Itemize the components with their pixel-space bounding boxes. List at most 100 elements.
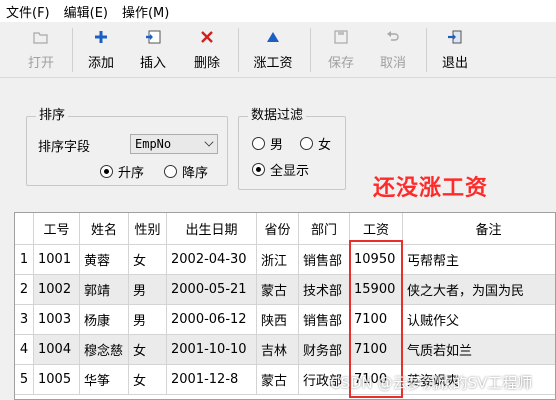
filter-all-radio[interactable]: 全显示 <box>252 160 309 179</box>
column-header[interactable]: 工号 <box>34 213 80 245</box>
column-header[interactable]: 省份 <box>257 213 299 245</box>
table-cell[interactable]: 浙江 <box>257 245 299 275</box>
raise-salary-label: 涨工资 <box>253 56 293 71</box>
filter-female-radio[interactable]: 女 <box>300 134 331 153</box>
column-header[interactable]: 姓名 <box>80 213 129 245</box>
table-cell[interactable]: 1005 <box>34 365 80 395</box>
table-cell[interactable]: 女 <box>129 245 167 275</box>
up-triangle-icon <box>264 28 282 46</box>
filter-male-label: 男 <box>270 138 284 153</box>
table-cell[interactable]: 郭靖 <box>80 275 129 305</box>
sort-field-label: 排序字段 <box>38 140 91 155</box>
table-cell[interactable]: 侠之大者，为国为民 <box>403 275 555 305</box>
row-number: 2 <box>15 275 34 305</box>
table-cell[interactable]: 2001-12-8 <box>167 365 257 395</box>
raise-salary-button[interactable]: 涨工资 <box>246 22 300 76</box>
filter-all-label: 全显示 <box>270 164 310 179</box>
table-cell[interactable]: 10950 <box>350 245 403 275</box>
sort-desc-label: 降序 <box>182 166 209 181</box>
sort-asc-label: 升序 <box>118 166 145 181</box>
table-cell[interactable]: 1002 <box>34 275 80 305</box>
table-cell[interactable]: 女 <box>129 365 167 395</box>
table-cell[interactable]: 认贼作父 <box>403 305 555 335</box>
table-cell[interactable]: 2001-10-10 <box>167 335 257 365</box>
row-number-header <box>15 213 34 245</box>
table-row[interactable]: 4 1004 穆念慈 女 2001-10-10 吉林 财务部 7100 气质若如… <box>15 335 555 365</box>
table-row[interactable]: 3 1003 杨康 男 2000-06-12 陕西 销售部 7100 认贼作父 <box>15 305 555 335</box>
table-row[interactable]: 2 1002 郭靖 男 2000-05-21 蒙古 技术部 15900 侠之大者… <box>15 275 555 305</box>
insert-label: 插入 <box>139 56 166 71</box>
filter-group-title: 数据过滤 <box>248 104 307 123</box>
sort-asc-radio[interactable]: 升序 <box>100 162 144 181</box>
table-cell[interactable]: 2000-06-12 <box>167 305 257 335</box>
column-header[interactable]: 部门 <box>299 213 350 245</box>
menu-bar: 文件(F) 编辑(E) 操作(M) <box>0 0 556 22</box>
save-label: 保存 <box>327 56 354 71</box>
sort-desc-radio[interactable]: 降序 <box>164 162 208 181</box>
table-cell[interactable]: 气质若如兰 <box>403 335 555 365</box>
watermark: CSDN @云梦沉欣的SV工程师 <box>330 374 533 392</box>
annotation-text: 还没涨工资 <box>373 176 489 201</box>
delete-x-icon <box>198 28 216 46</box>
table-cell[interactable]: 销售部 <box>299 245 350 275</box>
exit-door-icon <box>446 28 464 46</box>
insert-row-icon <box>144 28 162 46</box>
row-number: 5 <box>15 365 34 395</box>
table-cell[interactable]: 男 <box>129 275 167 305</box>
radio-selected-icon <box>100 165 113 178</box>
table-cell[interactable]: 1003 <box>34 305 80 335</box>
column-header[interactable]: 备注 <box>403 213 555 245</box>
table-cell[interactable]: 男 <box>129 305 167 335</box>
radio-selected-icon <box>252 163 265 176</box>
table-cell[interactable]: 1004 <box>34 335 80 365</box>
radio-unselected-icon <box>252 137 265 150</box>
menu-operate[interactable]: 操作(M) <box>122 2 169 21</box>
toolbar-separator <box>238 28 239 72</box>
row-number: 1 <box>15 245 34 275</box>
menu-file[interactable]: 文件(F) <box>6 2 50 21</box>
table-row[interactable]: 1 1001 黄蓉 女 2002-04-30 浙江 销售部 10950 丐帮帮主 <box>15 245 555 275</box>
table-cell[interactable]: 1001 <box>34 245 80 275</box>
insert-button[interactable]: 插入 <box>132 22 174 76</box>
table-cell[interactable]: 蒙古 <box>257 365 299 395</box>
radio-unselected-icon <box>300 137 313 150</box>
save-button[interactable]: 保存 <box>320 22 362 76</box>
table-cell[interactable]: 女 <box>129 335 167 365</box>
exit-button[interactable]: 退出 <box>434 22 476 76</box>
table-cell[interactable]: 7100 <box>350 335 403 365</box>
delete-button[interactable]: 删除 <box>186 22 228 76</box>
filter-male-radio[interactable]: 男 <box>252 134 283 153</box>
table-cell[interactable]: 蒙古 <box>257 275 299 305</box>
table-cell[interactable]: 丐帮帮主 <box>403 245 555 275</box>
toolbar-separator <box>72 28 73 72</box>
toolbar-separator <box>310 28 311 72</box>
cancel-label: 取消 <box>379 56 406 71</box>
table-cell[interactable]: 黄蓉 <box>80 245 129 275</box>
row-number: 3 <box>15 305 34 335</box>
toolbar: 打开 添加 插入 删除 涨工资 保存 取消 退出 <box>0 22 556 78</box>
cancel-button[interactable]: 取消 <box>372 22 414 76</box>
chevron-down-icon <box>204 137 214 147</box>
table-cell[interactable]: 7100 <box>350 305 403 335</box>
table-cell[interactable]: 杨康 <box>80 305 129 335</box>
sort-field-combobox[interactable]: EmpNo <box>130 134 218 154</box>
table-cell[interactable]: 吉林 <box>257 335 299 365</box>
table-cell[interactable]: 2000-05-21 <box>167 275 257 305</box>
open-button[interactable]: 打开 <box>20 22 62 76</box>
table-cell[interactable]: 15900 <box>350 275 403 305</box>
add-button[interactable]: 添加 <box>80 22 122 76</box>
menu-edit[interactable]: 编辑(E) <box>64 2 108 21</box>
table-cell[interactable]: 技术部 <box>299 275 350 305</box>
table-cell[interactable]: 销售部 <box>299 305 350 335</box>
table-cell[interactable]: 陕西 <box>257 305 299 335</box>
table-cell[interactable]: 华筝 <box>80 365 129 395</box>
toolbar-separator <box>426 28 427 72</box>
table-cell[interactable]: 2002-04-30 <box>167 245 257 275</box>
table-cell[interactable]: 穆念慈 <box>80 335 129 365</box>
column-header[interactable]: 出生日期 <box>167 213 257 245</box>
sort-field-value: EmpNo <box>135 137 172 151</box>
table-cell[interactable]: 财务部 <box>299 335 350 365</box>
column-header[interactable]: 性别 <box>129 213 167 245</box>
column-header[interactable]: 工资 <box>350 213 403 245</box>
row-number: 4 <box>15 335 34 365</box>
